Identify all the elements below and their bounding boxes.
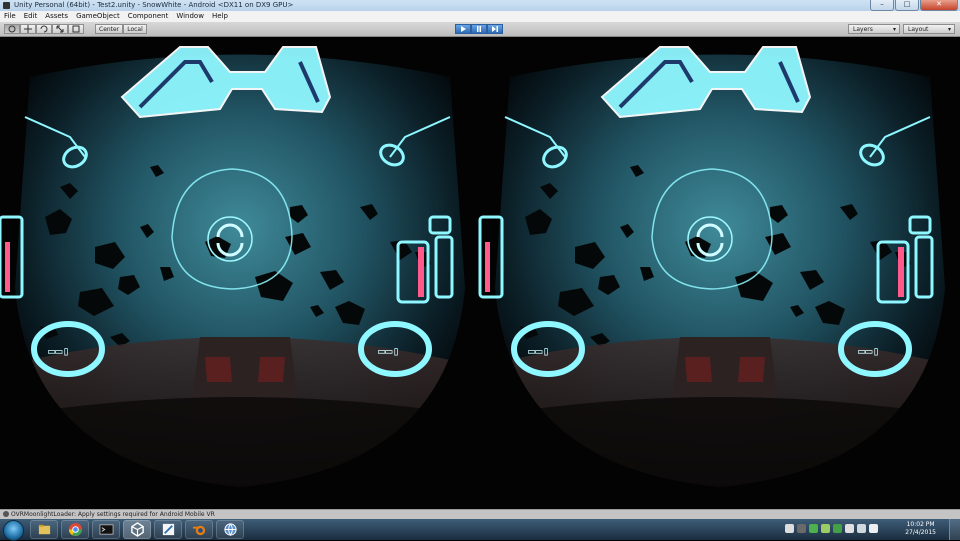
game-view[interactable]: ▭▭▯ ▭▭▯: [0, 37, 960, 509]
terminal-icon[interactable]: [92, 520, 120, 539]
tray-app-icon[interactable]: [821, 524, 830, 533]
window-title: Unity Personal (64bit) - Test2.unity - S…: [14, 1, 294, 9]
console-status-bar[interactable]: OVRMoonlightLoader: Apply settings requi…: [0, 509, 960, 519]
minimize-button[interactable]: –: [870, 0, 894, 11]
tray-app-icon[interactable]: [785, 524, 794, 533]
tray-app-icon[interactable]: [809, 524, 818, 533]
volume-icon[interactable]: [869, 524, 878, 533]
menu-help[interactable]: Help: [208, 11, 232, 22]
menu-edit[interactable]: Edit: [20, 11, 42, 22]
transform-tools: [4, 24, 84, 34]
network-icon[interactable]: [857, 524, 866, 533]
tray-app-icon[interactable]: [797, 524, 806, 533]
show-desktop-button[interactable]: [949, 519, 960, 540]
unity-icon[interactable]: [123, 520, 151, 539]
layers-dropdown[interactable]: Layers ▾: [848, 24, 900, 34]
move-tool-icon[interactable]: [20, 24, 36, 34]
window-controls: – □ ✕: [870, 0, 958, 11]
step-icon[interactable]: [487, 24, 503, 34]
pivot-local-button[interactable]: Local: [123, 24, 147, 34]
system-tray: [785, 524, 878, 533]
menu-component[interactable]: Component: [124, 11, 173, 22]
taskbar-clock[interactable]: 10:02 PM 27/4/2015: [905, 521, 936, 537]
chrome-icon[interactable]: [61, 520, 89, 539]
blender-icon[interactable]: [185, 520, 213, 539]
play-icon[interactable]: [455, 24, 471, 34]
rect-tool-icon[interactable]: [68, 24, 84, 34]
menu-gameobject[interactable]: GameObject: [72, 11, 124, 22]
chevron-down-icon: ▾: [947, 26, 951, 33]
stereo-render: ▭▭▯ ▭▭▯: [0, 37, 960, 509]
taskbar: 10:02 PM 27/4/2015: [0, 519, 960, 541]
pivot-toggles: Center Local: [95, 24, 147, 34]
clock-time: 10:02 PM: [906, 521, 935, 528]
playback-controls: [455, 24, 503, 34]
chevron-down-icon: ▾: [892, 26, 896, 33]
maximize-button[interactable]: □: [895, 0, 919, 11]
menu-assets[interactable]: Assets: [41, 11, 72, 22]
clock-date: 27/4/2015: [905, 529, 936, 536]
windows-explorer-icon[interactable]: [30, 520, 58, 539]
layout-label: Layout: [908, 26, 929, 33]
sketch-icon[interactable]: [154, 520, 182, 539]
scale-tool-icon[interactable]: [52, 24, 68, 34]
rotate-tool-icon[interactable]: [36, 24, 52, 34]
info-icon: [3, 511, 9, 517]
hand-tool-icon[interactable]: [4, 24, 20, 34]
layout-dropdown[interactable]: Layout ▾: [903, 24, 955, 34]
menu-window[interactable]: Window: [172, 11, 208, 22]
tray-app-icon[interactable]: [833, 524, 842, 533]
unity-icon: [3, 2, 10, 9]
pivot-center-button[interactable]: Center: [95, 24, 124, 34]
layers-label: Layers: [853, 26, 873, 33]
start-button[interactable]: [3, 520, 24, 541]
status-message: OVRMoonlightLoader: Apply settings requi…: [11, 511, 215, 518]
menu-file[interactable]: File: [0, 11, 20, 22]
globe-icon[interactable]: [216, 520, 244, 539]
flag-icon[interactable]: [845, 524, 854, 533]
toolbar: Center Local Layers ▾ Layout ▾: [0, 22, 960, 37]
close-button[interactable]: ✕: [920, 0, 958, 11]
pause-icon[interactable]: [471, 24, 487, 34]
